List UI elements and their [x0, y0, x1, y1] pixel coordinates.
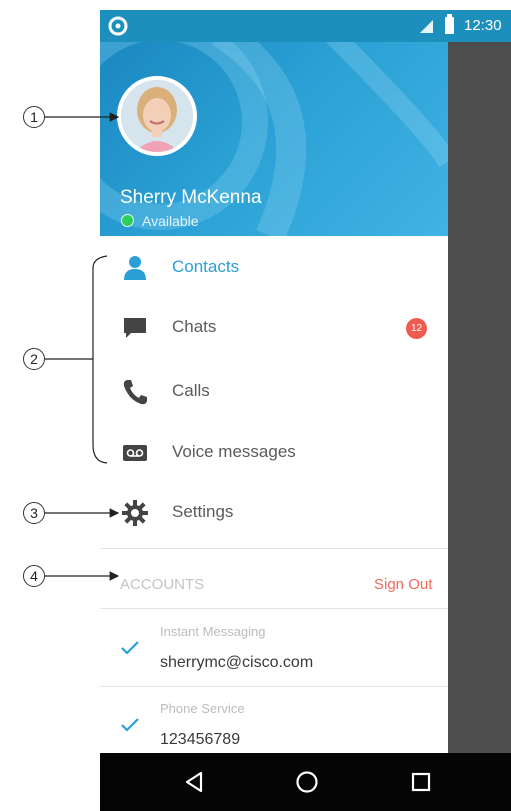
callout-4: 4: [23, 565, 45, 587]
callout-2: 2: [23, 348, 45, 370]
annotation-lines: [45, 112, 120, 581]
callout-1: 1: [23, 106, 45, 128]
callout-2-bracket: [92, 255, 108, 464]
callout-3: 3: [23, 502, 45, 524]
